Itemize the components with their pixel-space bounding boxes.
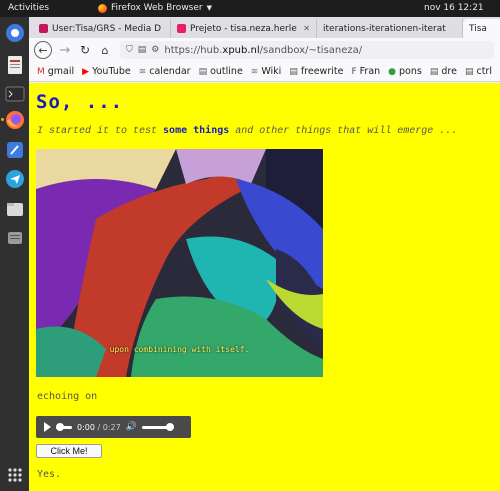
audio-time: 0:00 / 0:27 [77,422,121,432]
page-info-icon[interactable]: ▤ [138,45,147,55]
terminal-app-icon[interactable] [5,84,25,104]
bookmark-calendar[interactable]: ≋ calendar [139,66,191,77]
app-name: Firefox Web Browser [111,3,203,13]
volume-handle[interactable] [165,422,174,431]
tab-label: User:Tisa/GRS - Media D [52,23,162,34]
page-heading: So, ... [36,91,124,113]
video-frame [36,149,323,377]
tab-media-design[interactable]: User:Tisa/GRS - Media D [33,19,171,38]
audio-player[interactable]: 0:00 / 0:27 🔊 [36,416,191,438]
tab-label: iterations-iterationen-iterat [323,23,446,34]
drive-app-icon[interactable] [5,228,25,248]
bookmark-pons[interactable]: ● pons [388,66,422,77]
volume-slider[interactable] [141,422,174,431]
folder-icon: ▤ [198,66,208,77]
url-text: https://hub.xpub.nl/sandbox/~tisaneza/ [164,44,363,56]
clock[interactable]: nov 16 12:21 [424,3,484,13]
settings-app-icon[interactable] [5,23,25,43]
show-apps-grid-icon[interactable] [5,465,25,485]
bookmark-freewrite[interactable]: ▤ freewrite [289,66,343,77]
reload-button[interactable]: ↻ [76,41,94,59]
shield-icon[interactable]: ⛉ [126,45,133,55]
telegram-app-icon[interactable] [5,169,25,189]
bookmark-wiki[interactable]: ≋ Wiki [251,66,282,77]
bookmark-gmail[interactable]: Mgmail [37,66,74,77]
calendar-icon: ≋ [138,66,147,77]
bookmark-youtube[interactable]: ▶ YouTube [82,66,131,77]
bookmark-dre[interactable]: ▤ dre [430,66,457,77]
home-button[interactable]: ⌂ [96,41,114,59]
app-menu[interactable]: Firefox Web Browser ▼ [98,3,212,13]
f-icon: F [351,66,357,77]
tab-iterations[interactable]: iterations-iterationen-iterat [317,19,463,38]
firefox-icon [98,3,107,13]
files-app-icon[interactable] [5,199,25,219]
bookmark-fran[interactable]: F Fran [351,66,380,77]
close-tab-icon[interactable]: ✕ [303,24,310,33]
seek-slider[interactable] [56,422,72,431]
folder-icon: ▤ [289,66,298,77]
chevron-down-icon: ▼ [206,4,212,12]
tab-label: Prejeto - tisa.neza.herle [190,23,297,34]
forward-button[interactable]: → [56,41,74,59]
tab-prejeto[interactable]: Prejeto - tisa.neza.herle ✕ [171,19,317,38]
play-icon[interactable] [44,422,51,432]
site-favicon-icon [177,24,186,33]
intro-text: I started it to test some things and oth… [37,125,458,137]
tab-tisa[interactable]: Tisa [463,19,500,38]
document-app-icon[interactable] [5,55,25,75]
footer-text: Yes. [37,469,62,480]
browser-window: User:Tisa/GRS - Media D Prejeto - tisa.n… [29,17,500,491]
youtube-icon: ▶ [82,66,90,77]
back-button[interactable]: ← [34,41,52,59]
navigation-bar: ← → ↻ ⌂ ⛉ ▤ ⚙ https://hub.xpub.nl/sandbo… [29,38,500,62]
video-subtitle: upon combinining with itself. [109,345,250,354]
system-top-bar: Activities Firefox Web Browser ▼ nov 16 … [0,0,500,17]
folder-icon: ▤ [464,66,474,77]
video-player[interactable]: upon combinining with itself. [36,149,323,377]
wiki-favicon-icon [39,24,48,33]
page-content: So, ... I started it to test some things… [29,83,500,491]
address-bar[interactable]: ⛉ ▤ ⚙ https://hub.xpub.nl/sandbox/~tisan… [120,41,494,59]
wiki-icon: ≋ [250,66,259,77]
folder-icon: ▤ [429,66,439,77]
text-editor-app-icon[interactable] [5,140,25,160]
bookmark-ctrl[interactable]: ▤ ctrl [465,66,492,77]
permissions-icon[interactable]: ⚙ [151,45,159,55]
bookmark-outline[interactable]: ▤ outline [199,66,243,77]
activities-button[interactable]: Activities [8,3,49,13]
seek-handle[interactable] [56,422,64,431]
echo-text: echoing on [37,391,98,402]
gmail-icon: M [37,66,45,77]
active-app-indicator [1,118,4,121]
dock [0,17,29,491]
tab-label: Tisa [469,23,487,34]
bookmarks-toolbar: Mgmail ▶ YouTube ≋ calendar ▤ outline ≋ Wiki… [29,62,500,82]
tab-bar: User:Tisa/GRS - Media D Prejeto - tisa.n… [29,17,500,38]
intro-emphasis: some things [163,125,230,136]
firefox-app-icon[interactable] [5,110,25,130]
pons-icon: ● [388,66,397,77]
click-me-button[interactable]: Click Me! [36,444,102,458]
volume-icon[interactable]: 🔊 [126,422,137,432]
